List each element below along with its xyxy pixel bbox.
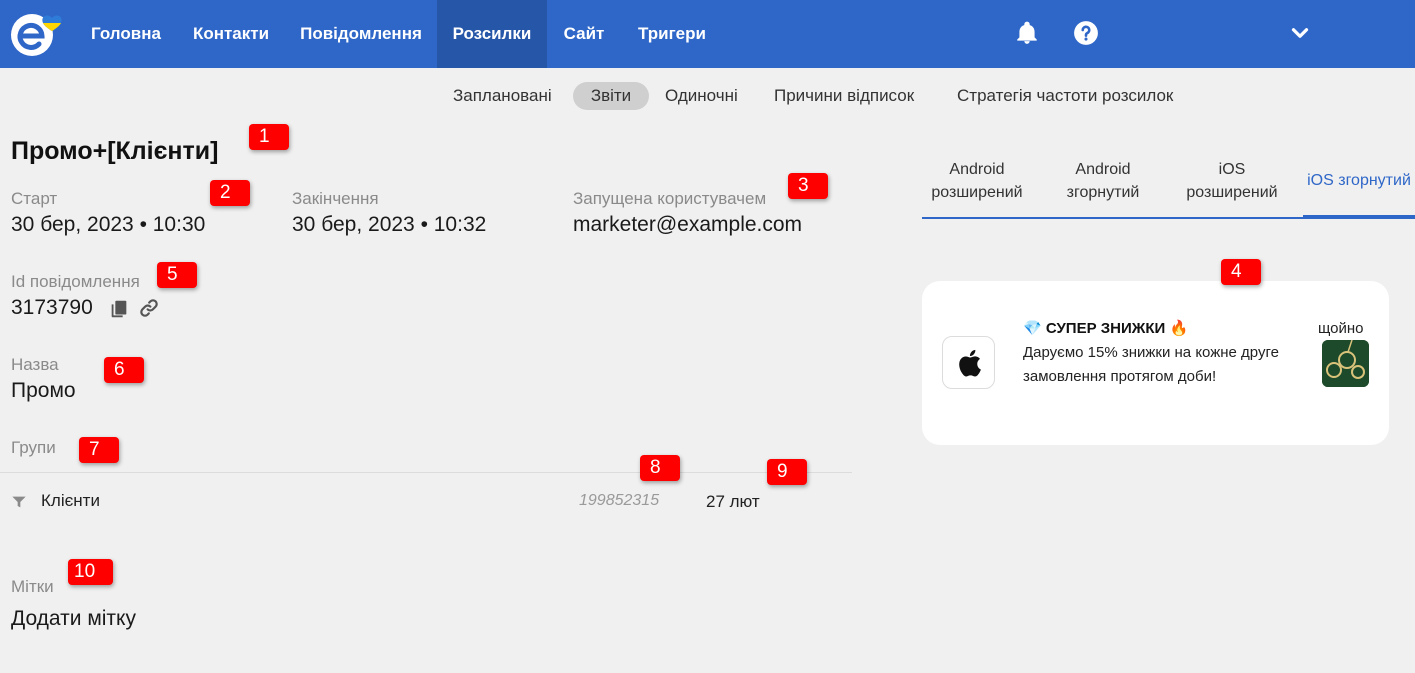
launched-by-label: Запущена користувачем xyxy=(573,189,767,208)
annotation-badge: 4 xyxy=(1221,259,1261,285)
annotation-badge: 8 xyxy=(640,455,680,481)
start-value: 30 бер, 2023 • 10:30 xyxy=(11,213,206,236)
tags-label: Мітки xyxy=(11,577,54,596)
jewelry-image xyxy=(1322,340,1369,387)
nav-contacts[interactable]: Контакти xyxy=(182,0,280,68)
nav-site[interactable]: Сайт xyxy=(554,0,614,68)
top-navigation-bar: Головна Контакти Повідомлення Розсилки С… xyxy=(0,0,1415,68)
app-icon xyxy=(942,336,995,389)
tab-ios-collapsed[interactable]: iOS згорнутий xyxy=(1303,158,1415,218)
end-label: Закінчення xyxy=(292,189,379,208)
annotation-badge: 5 xyxy=(157,262,197,288)
copy-icon[interactable] xyxy=(108,298,130,320)
logo-icon[interactable] xyxy=(8,10,74,58)
tab-ios-expanded[interactable]: iOS розширений xyxy=(1180,158,1284,218)
chevron-down-icon[interactable] xyxy=(1287,20,1313,46)
nav-messages[interactable]: Повідомлення xyxy=(290,0,432,68)
groups-label: Групи xyxy=(11,438,56,457)
nav-mailings[interactable]: Розсилки xyxy=(437,0,547,68)
message-id-label: Id повідомлення xyxy=(11,272,140,291)
start-label: Старт xyxy=(11,189,58,208)
subnav-reports[interactable]: Звіти xyxy=(573,82,649,110)
group-id: 199852315 xyxy=(579,492,660,509)
page-title: Промо+[Клієнти] xyxy=(11,137,219,165)
subnav-single[interactable]: Одиночні xyxy=(665,82,738,110)
message-id-value: 3173790 xyxy=(11,296,93,319)
link-icon[interactable] xyxy=(138,297,160,319)
annotation-badge: 6 xyxy=(104,357,144,383)
tab-android-collapsed[interactable]: Android згорнутий xyxy=(1052,158,1154,218)
annotation-badge: 7 xyxy=(79,437,119,463)
add-tag-link[interactable]: Додати мітку xyxy=(11,607,136,631)
groups-divider xyxy=(0,472,852,473)
subnav-frequency-strategy[interactable]: Стратегія частоти розсилок xyxy=(957,82,1173,110)
group-date: 27 лют xyxy=(706,492,760,511)
annotation-badge: 2 xyxy=(210,180,250,206)
tab-android-expanded[interactable]: Android розширений xyxy=(922,158,1032,218)
annotation-badge: 3 xyxy=(788,173,828,199)
help-icon[interactable] xyxy=(1073,20,1099,46)
filter-icon xyxy=(12,496,26,508)
subnav-unsubscribe-reasons[interactable]: Причини відписок xyxy=(774,82,914,110)
group-name: Клієнти xyxy=(41,491,100,510)
end-value: 30 бер, 2023 • 10:32 xyxy=(292,213,487,236)
apple-icon xyxy=(959,349,981,377)
annotation-badge: 1 xyxy=(249,124,289,150)
annotation-badge: 9 xyxy=(767,459,807,485)
notification-title: 💎 СУПЕР ЗНИЖКИ 🔥 xyxy=(1023,320,1189,337)
launched-by-value: marketer@example.com xyxy=(573,213,803,236)
bell-icon[interactable] xyxy=(1014,20,1040,46)
nav-triggers[interactable]: Тригери xyxy=(628,0,716,68)
notification-time: щойно xyxy=(1318,320,1364,337)
active-tab-indicator xyxy=(1303,215,1415,219)
notification-preview: 💎 СУПЕР ЗНИЖКИ 🔥 Даруємо 15% знижки на к… xyxy=(922,281,1389,445)
nav-home[interactable]: Головна xyxy=(80,0,172,68)
name-value: Промо xyxy=(11,379,76,402)
annotation-badge: 10 xyxy=(68,559,113,585)
notification-body: Даруємо 15% знижки на кожне друге замовл… xyxy=(1023,344,1279,385)
notification-image xyxy=(1322,340,1369,387)
name-label: Назва xyxy=(11,355,59,374)
subnav-scheduled[interactable]: Заплановані xyxy=(453,82,552,110)
